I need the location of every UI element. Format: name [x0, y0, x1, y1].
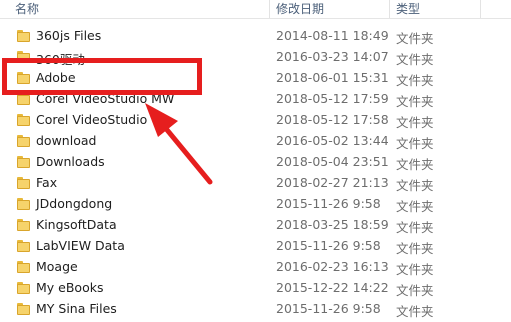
file-name: MY Sina Files: [36, 301, 117, 316]
file-type: 文件夹: [396, 241, 434, 256]
file-name: My eBooks: [36, 280, 104, 295]
file-type: 文件夹: [396, 94, 434, 109]
file-date: 2018-02-27 21:13: [276, 175, 389, 190]
file-name: 360js Files: [36, 28, 102, 43]
file-name: KingsoftData: [36, 217, 117, 232]
file-name: Downloads: [36, 154, 105, 169]
file-row[interactable]: Moage 2016-02-23 16:13 文件夹: [0, 257, 511, 278]
file-type: 文件夹: [396, 178, 434, 193]
file-date: 2014-08-11 18:49: [276, 28, 389, 43]
file-date: 2015-11-26 9:58: [276, 196, 381, 211]
file-row[interactable]: Corel VideoStudio 2018-05-12 17:58 文件夹: [0, 110, 511, 131]
folder-icon: [17, 303, 30, 315]
file-row[interactable]: Downloads 2018-05-04 23:51 文件夹: [0, 152, 511, 173]
folder-icon: [17, 114, 30, 126]
file-type: 文件夹: [396, 73, 434, 88]
folder-icon: [17, 156, 30, 168]
column-header-date[interactable]: 修改日期: [276, 0, 324, 18]
folder-icon: [17, 177, 30, 189]
file-type: 文件夹: [396, 304, 434, 319]
file-type: 文件夹: [396, 283, 434, 298]
file-date: 2016-05-02 13:44: [276, 133, 389, 148]
file-row[interactable]: MY Sina Files 2015-11-26 9:58 文件夹: [0, 299, 511, 320]
column-divider[interactable]: [269, 0, 270, 18]
file-row[interactable]: 360js Files 2014-08-11 18:49 文件夹: [0, 26, 511, 47]
column-divider[interactable]: [480, 0, 481, 18]
file-name: download: [36, 133, 97, 148]
file-row[interactable]: My eBooks 2015-12-22 14:22 文件夹: [0, 278, 511, 299]
file-name: LabVIEW Data: [36, 238, 125, 253]
file-name: JDdongdong: [36, 196, 113, 211]
folder-icon: [17, 30, 30, 42]
file-type: 文件夹: [396, 136, 434, 151]
file-name: Moage: [36, 259, 78, 274]
column-header-name[interactable]: 名称: [15, 0, 39, 18]
file-date: 2018-05-12 17:59: [276, 91, 389, 106]
file-date: 2015-12-22 14:22: [276, 280, 389, 295]
folder-icon: [17, 198, 30, 210]
folder-icon: [17, 219, 30, 231]
file-name: Fax: [36, 175, 58, 190]
folder-icon: [17, 240, 30, 252]
file-type: 文件夹: [396, 262, 434, 277]
file-type: 文件夹: [396, 157, 434, 172]
file-date: 2018-05-12 17:58: [276, 112, 389, 127]
file-date: 2015-11-26 9:58: [276, 238, 381, 253]
column-header-type[interactable]: 类型: [396, 0, 420, 18]
file-date: 2018-03-25 18:59: [276, 217, 389, 232]
file-date: 2016-02-23 16:13: [276, 259, 389, 274]
file-row[interactable]: download 2016-05-02 13:44 文件夹: [0, 131, 511, 152]
folder-icon: [17, 282, 30, 294]
file-type: 文件夹: [396, 115, 434, 130]
file-row[interactable]: LabVIEW Data 2015-11-26 9:58 文件夹: [0, 236, 511, 257]
column-divider[interactable]: [389, 0, 390, 18]
file-date: 2015-11-26 9:58: [276, 301, 381, 316]
file-date: 2018-06-01 15:31: [276, 70, 389, 85]
file-row[interactable]: JDdongdong 2015-11-26 9:58 文件夹: [0, 194, 511, 215]
column-header-bar: 名称 修改日期 类型: [0, 0, 511, 19]
file-date: 2018-05-04 23:51: [276, 154, 389, 169]
folder-icon: [17, 135, 30, 147]
folder-icon: [17, 261, 30, 273]
file-date: 2016-03-23 14:07: [276, 49, 389, 64]
file-type: 文件夹: [396, 199, 434, 214]
file-name: Corel VideoStudio: [36, 112, 148, 127]
file-row[interactable]: Fax 2018-02-27 21:13 文件夹: [0, 173, 511, 194]
file-type: 文件夹: [396, 220, 434, 235]
highlight-box: [2, 58, 202, 95]
file-type: 文件夹: [396, 52, 434, 67]
file-row[interactable]: KingsoftData 2018-03-25 18:59 文件夹: [0, 215, 511, 236]
file-type: 文件夹: [396, 31, 434, 46]
